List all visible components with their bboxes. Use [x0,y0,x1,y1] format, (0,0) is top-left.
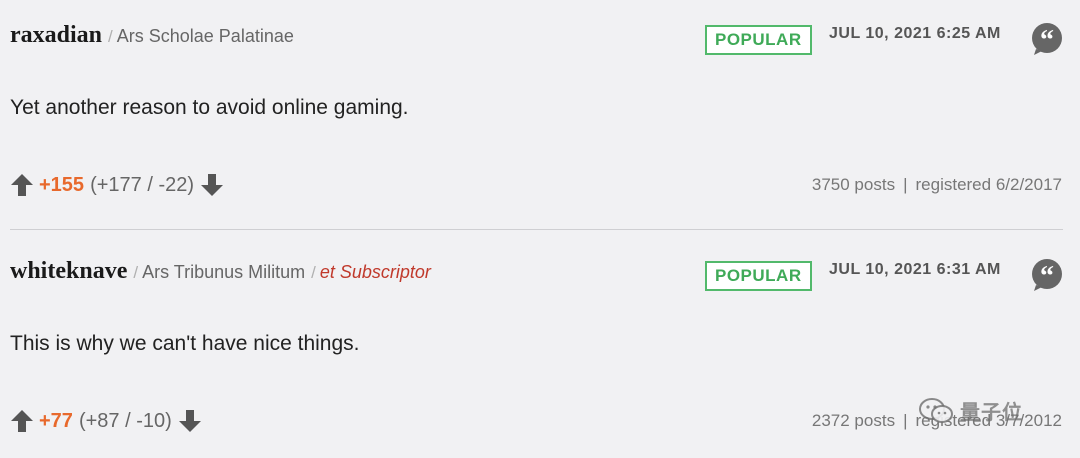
vote-score: +77 [39,409,73,432]
vote-controls: +77 (+87 / -10) [10,408,202,434]
quote-icon[interactable]: “ [1030,22,1064,56]
separator: | [903,411,908,430]
separator: / [133,263,139,282]
separator: / [311,263,316,282]
watermark-text: 量子位 [960,402,1023,424]
post-count: 3750 posts [811,175,896,194]
registration-date: registered 6/2/2017 [915,175,1063,194]
comment-body: This is why we can't have nice things. [10,332,360,355]
comment-timestamp[interactable]: JUL 10, 2021 6:25 AM [829,25,1001,43]
username[interactable]: raxadian [10,22,102,48]
popular-badge: POPULAR [705,25,812,55]
downvote-arrow-icon[interactable] [178,408,202,434]
vote-controls: +155 (+177 / -22) [10,172,224,198]
watermark: 量子位 [918,396,1023,425]
comment-body: Yet another reason to avoid online gamin… [10,96,409,119]
vote-breakdown: (+177 / -22) [90,173,195,196]
vote-score: +155 [39,173,85,196]
user-stats: 3750 posts | registered 6/2/2017 [812,175,1062,195]
subscriptor-label: et Subscriptor [319,262,431,282]
comment-timestamp[interactable]: JUL 10, 2021 6:31 AM [829,261,1001,279]
upvote-arrow-icon[interactable] [10,408,34,434]
separator: | [903,175,908,194]
wechat-icon [919,397,953,423]
user-rank: Ars Scholae Palatinae [116,26,294,46]
comment-byline: whiteknave / Ars Tribunus Militum / et Subsc… [10,258,431,285]
svg-text:“: “ [1040,25,1054,56]
popular-badge: POPULAR [705,261,812,291]
upvote-arrow-icon[interactable] [10,172,34,198]
user-rank: Ars Tribunus Militum [142,262,306,282]
svg-text:“: “ [1040,261,1054,292]
separator: / [108,27,113,46]
post-count: 2372 posts [811,411,896,430]
comment-byline: raxadian / Ars Scholae Palatinae [10,22,294,49]
vote-breakdown: (+87 / -10) [78,409,172,432]
comment-divider [10,229,1063,230]
quote-icon[interactable]: “ [1030,258,1064,292]
downvote-arrow-icon[interactable] [200,172,224,198]
username[interactable]: whiteknave [10,258,127,284]
